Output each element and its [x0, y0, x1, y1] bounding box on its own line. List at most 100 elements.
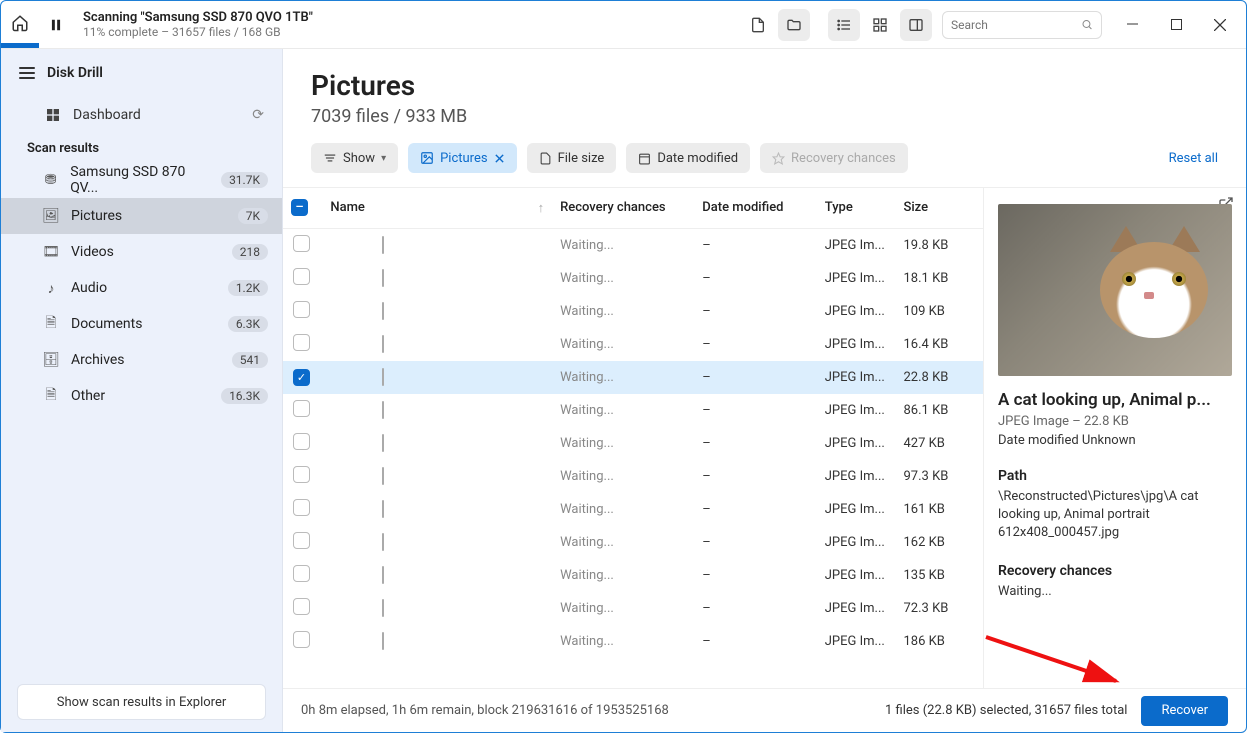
cat-image-placeholder — [1094, 228, 1214, 348]
table-row[interactable]: file 2560x1440_00...Waiting...–JPEG Im..… — [283, 592, 983, 625]
grid-icon — [872, 17, 888, 33]
sidebar-item-other[interactable]: 🗎Other16.3K — [1, 378, 282, 414]
filetype-icon — [382, 368, 384, 386]
window-close[interactable] — [1198, 9, 1242, 41]
view-list-button[interactable] — [828, 9, 860, 41]
row-checkbox[interactable] — [293, 466, 310, 483]
row-date: – — [694, 427, 817, 460]
search-icon — [1081, 18, 1093, 31]
table-row[interactable]: file 1920x1280_00...Waiting...–JPEG Im..… — [283, 427, 983, 460]
col-date[interactable]: Date modified — [694, 188, 817, 228]
show-filter-button[interactable]: Show ▾ — [311, 143, 398, 173]
filetype-icon — [382, 434, 384, 452]
tab-home[interactable] — [1, 1, 39, 48]
view-grid-button[interactable] — [864, 9, 896, 41]
scan-subtitle: 11% complete – 31657 files / 168 GB — [83, 25, 313, 39]
row-date: – — [694, 460, 817, 493]
row-date: – — [694, 361, 817, 394]
table-row[interactable]: Adobe Photoshop...Waiting...–JPEG Im...8… — [283, 394, 983, 427]
app-name: Disk Drill — [47, 65, 103, 81]
row-type: JPEG Im... — [817, 394, 896, 427]
table-row[interactable]: file 316x316_0004...Waiting...–JPEG Im..… — [283, 460, 983, 493]
table-row[interactable]: Adobe Photoshop...Waiting...–JPEG Im...1… — [283, 526, 983, 559]
row-checkbox[interactable] — [293, 499, 310, 516]
reset-all-link[interactable]: Reset all — [1169, 151, 1218, 166]
row-checkbox[interactable] — [293, 433, 310, 450]
table-row[interactable]: Adobe Photoshop...Waiting...–JPEG Im...1… — [283, 493, 983, 526]
recover-button[interactable]: Recover — [1141, 696, 1228, 726]
table-row[interactable]: A black and white...Waiting...–JPEG Im..… — [283, 328, 983, 361]
row-checkbox[interactable] — [293, 301, 310, 318]
home-icon — [11, 14, 29, 32]
row-size: 161 KB — [896, 493, 984, 526]
table-row[interactable]: file 600x450_0004...Waiting...–JPEG Im..… — [283, 559, 983, 592]
row-checkbox[interactable] — [293, 334, 310, 351]
row-checkbox[interactable]: ✓ — [293, 369, 310, 386]
pictures-filter-chip[interactable]: Pictures — [408, 143, 516, 173]
row-type: JPEG Im... — [817, 228, 896, 262]
row-checkbox[interactable] — [293, 598, 310, 615]
window-minimize[interactable] — [1110, 9, 1154, 41]
footer-selected: 1 files (22.8 KB) selected, 31657 files … — [885, 703, 1127, 718]
row-checkbox[interactable] — [293, 268, 310, 285]
filetype-icon — [382, 533, 384, 551]
category-count: 218 — [232, 244, 268, 260]
sidebar-dashboard[interactable]: Dashboard ⟳ — [1, 97, 282, 133]
tab-pause[interactable] — [39, 1, 73, 48]
sidebar-item-archives[interactable]: 🗄Archives541 — [1, 342, 282, 378]
row-checkbox[interactable] — [293, 400, 310, 417]
select-all-checkbox[interactable]: – — [291, 199, 308, 216]
sidebar-item-pictures[interactable]: 🖼Pictures7K — [1, 198, 282, 234]
sidebar-section-label: Scan results — [1, 133, 282, 162]
recoverychances-filter-button[interactable]: Recovery chances — [760, 143, 908, 173]
search-box[interactable] — [942, 11, 1102, 39]
menu-button[interactable] — [19, 67, 35, 79]
preview-rec: Waiting... — [998, 583, 1232, 601]
row-checkbox[interactable] — [293, 631, 310, 648]
filetype-icon — [382, 467, 384, 485]
sidebar-item-videos[interactable]: 🎞Videos218 — [1, 234, 282, 270]
preview-rec-heading: Recovery chances — [998, 563, 1232, 579]
chevron-down-icon: ▾ — [381, 153, 386, 164]
row-size: 97.3 KB — [896, 460, 984, 493]
row-type: JPEG Im... — [817, 559, 896, 592]
x-icon[interactable] — [494, 153, 505, 164]
search-input[interactable] — [951, 18, 1081, 32]
row-size: 22.8 KB — [896, 361, 984, 394]
filesize-filter-button[interactable]: File size — [527, 143, 617, 173]
table-row[interactable]: New Born Young...Waiting...–JPEG Im...19… — [283, 228, 983, 262]
row-recovery: Waiting... — [552, 295, 694, 328]
table-row[interactable]: Adobe Photoshop...Waiting...–JPEG Im...1… — [283, 625, 983, 658]
col-size[interactable]: Size — [896, 188, 984, 228]
window-maximize[interactable] — [1154, 9, 1198, 41]
calendar-icon — [638, 152, 651, 165]
scan-title: Scanning "Samsung SSD 870 QVO 1TB" — [83, 10, 313, 25]
table-row[interactable]: Beautiful black an...Waiting...–JPEG Im.… — [283, 262, 983, 295]
sidebar-item-samsung-ssd-qv-[interactable]: ⛃Samsung SSD 870 QV...31.7K — [1, 162, 282, 198]
dashboard-label: Dashboard — [73, 107, 141, 123]
row-type: JPEG Im... — [817, 460, 896, 493]
view-split-button[interactable] — [900, 9, 932, 41]
datemodified-filter-button[interactable]: Date modified — [626, 143, 750, 173]
sidebar-item-documents[interactable]: 🗎Documents6.3K — [1, 306, 282, 342]
view-file-button[interactable] — [742, 9, 774, 41]
col-name[interactable]: Name ↑ — [322, 188, 552, 228]
row-checkbox[interactable] — [293, 532, 310, 549]
category-icon: ⛃ — [41, 172, 60, 188]
col-type[interactable]: Type — [817, 188, 896, 228]
row-checkbox[interactable] — [293, 235, 310, 252]
files-table: – Name ↑ Recovery chances Date modified … — [283, 188, 983, 658]
category-label: Samsung SSD 870 QV... — [70, 164, 211, 196]
view-folder-button[interactable] — [778, 9, 810, 41]
row-date: – — [694, 228, 817, 262]
category-label: Documents — [71, 316, 142, 332]
row-checkbox[interactable] — [293, 565, 310, 582]
col-recovery[interactable]: Recovery chances — [552, 188, 694, 228]
row-recovery: Waiting... — [552, 361, 694, 394]
row-date: – — [694, 625, 817, 658]
show-in-explorer-button[interactable]: Show scan results in Explorer — [17, 684, 266, 720]
category-icon: 🎞 — [41, 244, 61, 260]
table-row[interactable]: file 1920x1200_00...Waiting...–JPEG Im..… — [283, 295, 983, 328]
sidebar-item-audio[interactable]: ♪Audio1.2K — [1, 270, 282, 306]
table-row[interactable]: ✓A cat looking up,...Waiting...–JPEG Im.… — [283, 361, 983, 394]
